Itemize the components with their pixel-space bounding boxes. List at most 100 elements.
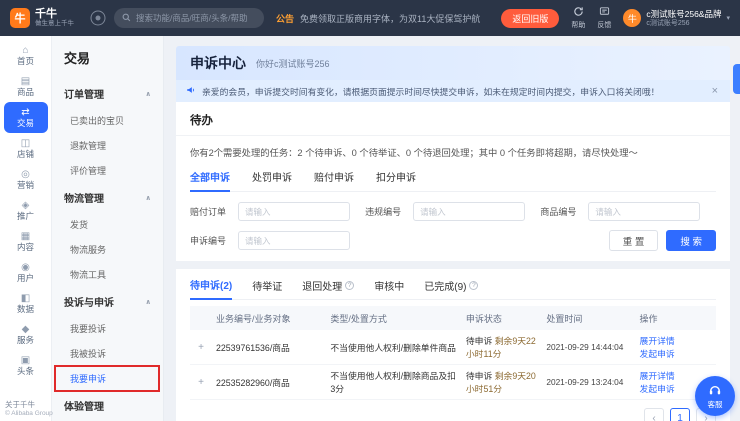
notice-banner-text: 亲爱的会员，申诉提交时间有变化，请根据页面提示时间尽快提交申诉，如未在规定时间内… bbox=[202, 85, 659, 98]
table-header-row: 业务编号/业务对象 类型/处置方式 申诉状态 处置时间 操作 bbox=[190, 306, 716, 330]
greeting-text: 你好c测试账号256 bbox=[256, 57, 330, 70]
chevron-down-icon: ▾ bbox=[726, 14, 730, 22]
submenu-item-i-complain[interactable]: 我要投诉 bbox=[52, 316, 163, 341]
submenu-item-refund-management[interactable]: 退款管理 bbox=[52, 133, 163, 158]
sidebar-item-news[interactable]: ▣ 头条 bbox=[4, 350, 48, 381]
page-title: 申诉中心 bbox=[190, 53, 246, 73]
close-icon[interactable]: × bbox=[710, 85, 720, 97]
notice-banner: 亲爱的会员，申诉提交时间有变化，请根据页面提示时间尽快提交申诉，如未在规定时间内… bbox=[176, 80, 730, 102]
copyright-text: © Alibaba Group bbox=[5, 410, 77, 417]
tab-all-appeals[interactable]: 全部申诉 bbox=[190, 169, 230, 192]
status-tab-completed[interactable]: 已完成(9) ? bbox=[424, 277, 478, 299]
tab-punishment-appeals[interactable]: 处罚申诉 bbox=[252, 169, 292, 191]
sidebar-item-goods[interactable]: ▤ 商品 bbox=[4, 71, 48, 102]
submenu-item-review-management[interactable]: 评价管理 bbox=[52, 158, 163, 183]
account-name: c测试账号256&品牌 bbox=[646, 9, 721, 19]
sidebar-item-content[interactable]: ▦ 内容 bbox=[4, 226, 48, 257]
qianniu-logo[interactable]: 牛 千牛 做生意上千牛 bbox=[10, 8, 90, 28]
table-header-business-id: 业务编号/业务对象 bbox=[212, 312, 326, 325]
announcement-bar[interactable]: 公告 免费领取正版商用字体，为双11大促保驾护航 bbox=[276, 12, 480, 25]
search-icon bbox=[122, 13, 131, 24]
primary-sidebar: ⌂ 首页 ▤ 商品 ⇄ 交易 ◫ 店铺 ◎ 营销 ◈ 推广 ▦ 内容 ◉ 用户 … bbox=[0, 36, 52, 421]
sidebar-item-shop[interactable]: ◫ 店铺 bbox=[4, 133, 48, 164]
status-tab-returned[interactable]: 退回处理 ? bbox=[302, 277, 354, 299]
appeal-type-tabs: 全部申诉 处罚申诉 赔付申诉 扣分申诉 bbox=[190, 169, 716, 192]
expand-row-icon[interactable]: + bbox=[190, 377, 212, 388]
tab-point-deduction-appeals[interactable]: 扣分申诉 bbox=[376, 169, 416, 191]
submenu-item-shipping[interactable]: 发货 bbox=[52, 212, 163, 237]
sidebar-item-data[interactable]: ◧ 数据 bbox=[4, 288, 48, 319]
submenu-item-complained-against-me[interactable]: 我被投诉 bbox=[52, 341, 163, 366]
status-tab-pending-evidence[interactable]: 待举证 bbox=[252, 277, 282, 299]
cell-type: 不当使用他人权利/删除商品及扣3分 bbox=[326, 369, 462, 395]
sidebar-footer: 关于千牛 © Alibaba Group bbox=[5, 399, 77, 417]
avatar: 牛 bbox=[623, 9, 641, 27]
table-row: + 22539761536/商品 不当使用他人权利/删除单件商品 待申诉 剩余9… bbox=[190, 330, 716, 365]
compensation-order-input[interactable] bbox=[238, 202, 350, 221]
search-filter-form: 赔付订单 违规编号 商品编号 申诉编号 重 置 bbox=[190, 202, 716, 251]
sidebar-item-users[interactable]: ◉ 用户 bbox=[4, 257, 48, 288]
appeal-center-header: 申诉中心 你好c测试账号256 bbox=[176, 46, 730, 80]
sidebar-item-promotion[interactable]: ◈ 推广 bbox=[4, 195, 48, 226]
cell-type: 不当使用他人权利/删除单件商品 bbox=[326, 341, 462, 354]
field-appeal-number: 申诉编号 bbox=[190, 231, 365, 250]
expand-row-icon[interactable]: + bbox=[190, 342, 212, 353]
chevron-up-icon: ∧ bbox=[145, 194, 151, 202]
reset-button[interactable]: 重 置 bbox=[609, 230, 659, 251]
submenu-group-order-management[interactable]: 订单管理 ∧ bbox=[52, 79, 163, 108]
sidebar-item-home[interactable]: ⌂ 首页 bbox=[4, 40, 48, 71]
tab-compensation-appeals[interactable]: 赔付申诉 bbox=[314, 169, 354, 191]
sidebar-item-marketing[interactable]: ◎ 营销 bbox=[4, 164, 48, 195]
start-appeal-link[interactable]: 发起申诉 bbox=[640, 384, 675, 394]
marketing-icon: ◎ bbox=[21, 169, 30, 180]
start-appeal-link[interactable]: 发起申诉 bbox=[640, 349, 675, 359]
search-button[interactable]: 搜 索 bbox=[666, 230, 716, 251]
field-item-number: 商品编号 bbox=[540, 202, 715, 221]
table-header-actions: 操作 bbox=[636, 312, 716, 325]
cell-status: 待申诉 剩余9天20小时51分 bbox=[462, 369, 542, 395]
info-icon: ? bbox=[469, 281, 478, 290]
submenu-item-sold-items[interactable]: 已卖出的宝贝 bbox=[52, 108, 163, 133]
feedback-icon bbox=[599, 6, 610, 19]
refresh-icon bbox=[573, 6, 584, 19]
page-number-1[interactable]: 1 bbox=[670, 408, 690, 421]
back-to-old-version-button[interactable]: 返回旧版 bbox=[501, 9, 559, 28]
collapsed-side-widget[interactable] bbox=[733, 64, 740, 94]
pagination: ‹ 1 › bbox=[190, 400, 716, 421]
customer-service-button[interactable]: 客服 bbox=[695, 376, 735, 416]
sidebar-item-service[interactable]: ◆ 服务 bbox=[4, 319, 48, 350]
appeal-number-input[interactable] bbox=[238, 231, 350, 250]
account-menu[interactable]: 牛 c测试账号256&品牌 c测试账号256 ▾ bbox=[623, 9, 730, 28]
about-qianniu-link[interactable]: 关于千牛 bbox=[5, 399, 77, 410]
feedback-button[interactable]: 反馈 bbox=[597, 6, 611, 30]
announcement-text: 免费领取正版商用字体，为双11大促保驾护航 bbox=[300, 12, 480, 25]
submenu-group-logistics[interactable]: 物流管理 ∧ bbox=[52, 183, 163, 212]
news-icon: ▣ bbox=[21, 355, 30, 366]
status-tab-under-review[interactable]: 审核中 bbox=[374, 277, 404, 299]
submenu-item-logistics-tools[interactable]: 物流工具 bbox=[52, 262, 163, 287]
submenu-item-logistics-service[interactable]: 物流服务 bbox=[52, 237, 163, 262]
submenu-group-complaints-appeals[interactable]: 投诉与申诉 ∧ bbox=[52, 287, 163, 316]
previous-page-button[interactable]: ‹ bbox=[644, 408, 664, 421]
submenu-item-my-appeal[interactable]: 我要申诉 bbox=[52, 366, 163, 391]
sidebar-item-trade[interactable]: ⇄ 交易 bbox=[4, 102, 48, 133]
customer-service-label: 客服 bbox=[708, 401, 723, 409]
info-icon: ? bbox=[345, 281, 354, 290]
chevron-up-icon: ∧ bbox=[145, 298, 151, 306]
trade-submenu: 交易 订单管理 ∧ 已卖出的宝贝 退款管理 评价管理 物流管理 ∧ 发货 物流服… bbox=[52, 36, 164, 421]
status-tab-pending-appeal[interactable]: 待申诉(2) bbox=[190, 277, 232, 300]
item-number-input[interactable] bbox=[588, 202, 700, 221]
global-search-input[interactable]: 搜索功能/商品/旺商/头条/帮助 bbox=[114, 8, 264, 28]
todo-title: 待办 bbox=[176, 110, 730, 136]
table-header-status: 申诉状态 bbox=[462, 312, 542, 325]
data-icon: ◧ bbox=[21, 293, 30, 304]
workbench-icon[interactable] bbox=[90, 10, 106, 26]
appeal-table: 业务编号/业务对象 类型/处置方式 申诉状态 处置时间 操作 + 2253976… bbox=[190, 306, 716, 400]
violation-number-input[interactable] bbox=[413, 202, 525, 221]
cell-business-id: 22539761536/商品 bbox=[212, 341, 326, 354]
help-button[interactable]: 帮助 bbox=[571, 6, 585, 30]
expand-details-link[interactable]: 展开详情 bbox=[640, 371, 675, 381]
topbar: 牛 千牛 做生意上千牛 搜索功能/商品/旺商/头条/帮助 公告 免费领取正版商用… bbox=[0, 0, 740, 36]
cell-actions: 展开详情 发起申诉 bbox=[636, 334, 716, 360]
expand-details-link[interactable]: 展开详情 bbox=[640, 336, 675, 346]
